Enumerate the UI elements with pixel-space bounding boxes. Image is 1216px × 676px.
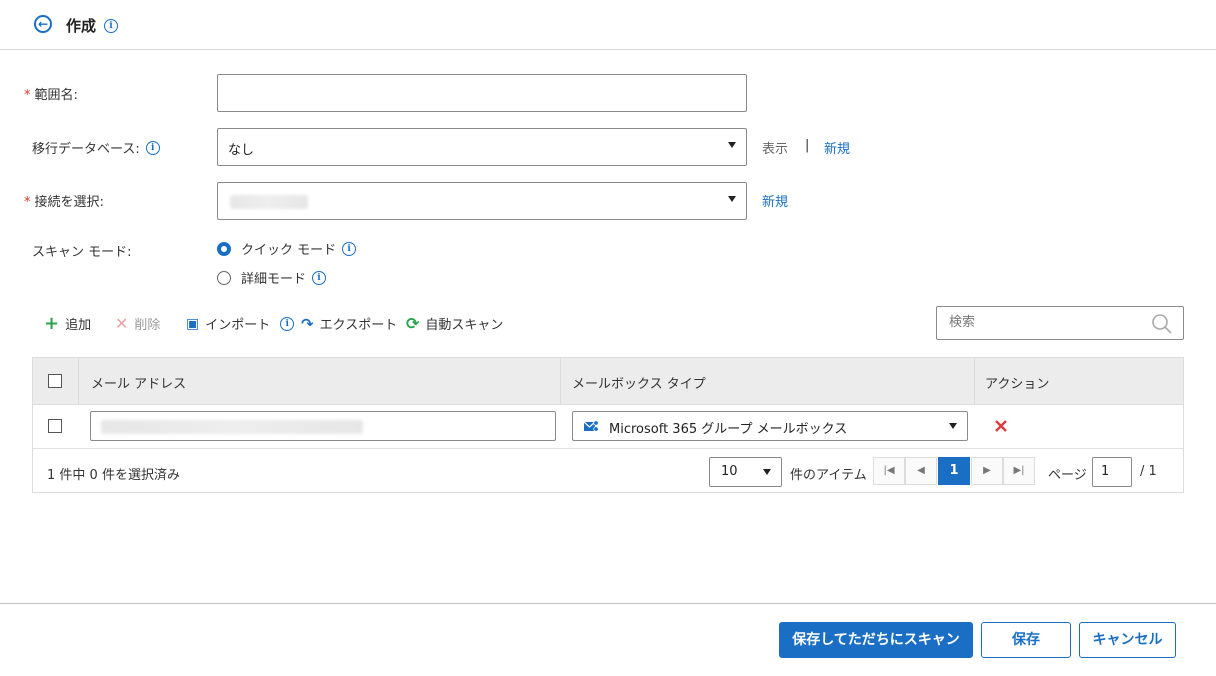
chevron-down-icon bbox=[949, 423, 957, 429]
page-title: 作成 bbox=[66, 17, 97, 35]
selection-summary: 1 件中 0 件を選択済み bbox=[47, 468, 180, 483]
back-arrow-icon[interactable]: ← bbox=[34, 15, 52, 33]
connection-new-link[interactable]: 新規 bbox=[762, 191, 788, 210]
add-button[interactable]: + 追加 bbox=[44, 314, 91, 333]
mailbox-type-select[interactable]: Microsoft 365 グループ メールボックス bbox=[572, 411, 968, 441]
info-icon[interactable]: i bbox=[280, 316, 295, 331]
import-file-icon: ▣ bbox=[186, 315, 200, 332]
connection-label: * 接続を選択: bbox=[24, 195, 104, 210]
info-icon[interactable]: i bbox=[312, 270, 327, 285]
save-and-scan-button[interactable]: 保存してただちにスキャン bbox=[779, 622, 973, 658]
select-all-checkbox[interactable] bbox=[48, 374, 62, 388]
current-page-button[interactable]: 1 bbox=[938, 457, 970, 485]
auto-scan-button[interactable]: ⟳ 自動スキャン bbox=[406, 314, 503, 333]
redacted-email bbox=[101, 420, 363, 434]
table-header: メール アドレス メールボックス タイプ アクション bbox=[33, 358, 1183, 405]
plus-icon: + bbox=[44, 312, 60, 334]
search-icon[interactable] bbox=[1151, 313, 1173, 335]
items-per-page-label: 件のアイテム bbox=[790, 468, 867, 483]
scan-mode-label: スキャン モード: bbox=[32, 245, 132, 260]
page-label: ページ bbox=[1048, 468, 1087, 483]
page-size-select[interactable]: 10 bbox=[709, 457, 782, 487]
share-arrow-icon: ↷ bbox=[301, 314, 314, 333]
migration-db-view-link[interactable]: 表示 bbox=[762, 138, 788, 157]
search-input[interactable] bbox=[947, 314, 1141, 331]
scope-name-label: * 範囲名: bbox=[24, 88, 78, 103]
migration-db-label: 移行データベース: i bbox=[32, 138, 160, 157]
last-page-button[interactable]: ▶| bbox=[1003, 457, 1035, 485]
chevron-down-icon bbox=[728, 142, 736, 148]
mailbox-table: メール アドレス メールボックス タイプ アクション Microsoft 365… bbox=[32, 357, 1184, 493]
table-row: Microsoft 365 グループ メールボックス bbox=[33, 404, 1183, 448]
migration-db-select[interactable]: なし bbox=[217, 128, 747, 166]
row-checkbox[interactable] bbox=[48, 419, 62, 433]
page-header: ← 作成 i bbox=[0, 0, 1216, 50]
group-mailbox-icon bbox=[583, 420, 599, 432]
connection-select[interactable] bbox=[217, 182, 747, 220]
save-button[interactable]: 保存 bbox=[981, 622, 1071, 658]
radio-quick[interactable] bbox=[217, 241, 231, 256]
delete-button[interactable]: ✕ 削除 bbox=[115, 314, 160, 333]
close-icon: ✕ bbox=[115, 313, 129, 333]
pagination: |◀ ◀ 1 ▶ ▶| bbox=[873, 457, 1035, 485]
import-button[interactable]: ▣ インポート i bbox=[186, 314, 295, 333]
email-field[interactable] bbox=[90, 411, 556, 441]
scan-mode-quick-option[interactable]: クイック モード i bbox=[217, 239, 357, 258]
migration-db-new-link[interactable]: 新規 bbox=[824, 138, 850, 157]
cancel-button[interactable]: キャンセル bbox=[1079, 622, 1176, 658]
first-page-button[interactable]: |◀ bbox=[873, 457, 905, 485]
export-button[interactable]: ↷ エクスポート bbox=[301, 314, 397, 334]
search-box[interactable] bbox=[936, 306, 1184, 340]
info-icon[interactable]: i bbox=[342, 241, 357, 256]
info-icon[interactable]: i bbox=[145, 140, 160, 155]
page-number-input[interactable]: 1 bbox=[1092, 457, 1132, 487]
redacted-connection bbox=[230, 195, 308, 209]
info-icon[interactable]: i bbox=[104, 19, 118, 33]
scan-mode-detail-option[interactable]: 詳細モード i bbox=[217, 268, 327, 287]
next-page-button[interactable]: ▶ bbox=[971, 457, 1003, 485]
footer-divider bbox=[0, 603, 1216, 604]
link-separator: | bbox=[805, 138, 810, 153]
chevron-down-icon bbox=[763, 469, 771, 475]
delete-row-icon[interactable] bbox=[994, 419, 1008, 433]
radio-detail[interactable] bbox=[217, 270, 231, 285]
chevron-down-icon bbox=[728, 196, 736, 202]
column-action: アクション bbox=[985, 377, 1050, 392]
scope-name-input[interactable] bbox=[217, 74, 747, 112]
column-email[interactable]: メール アドレス bbox=[91, 373, 186, 392]
refresh-icon: ⟳ bbox=[406, 313, 420, 333]
total-pages: / 1 bbox=[1140, 464, 1157, 479]
prev-page-button[interactable]: ◀ bbox=[905, 457, 937, 485]
column-mailbox-type[interactable]: メールボックス タイプ bbox=[572, 373, 706, 392]
